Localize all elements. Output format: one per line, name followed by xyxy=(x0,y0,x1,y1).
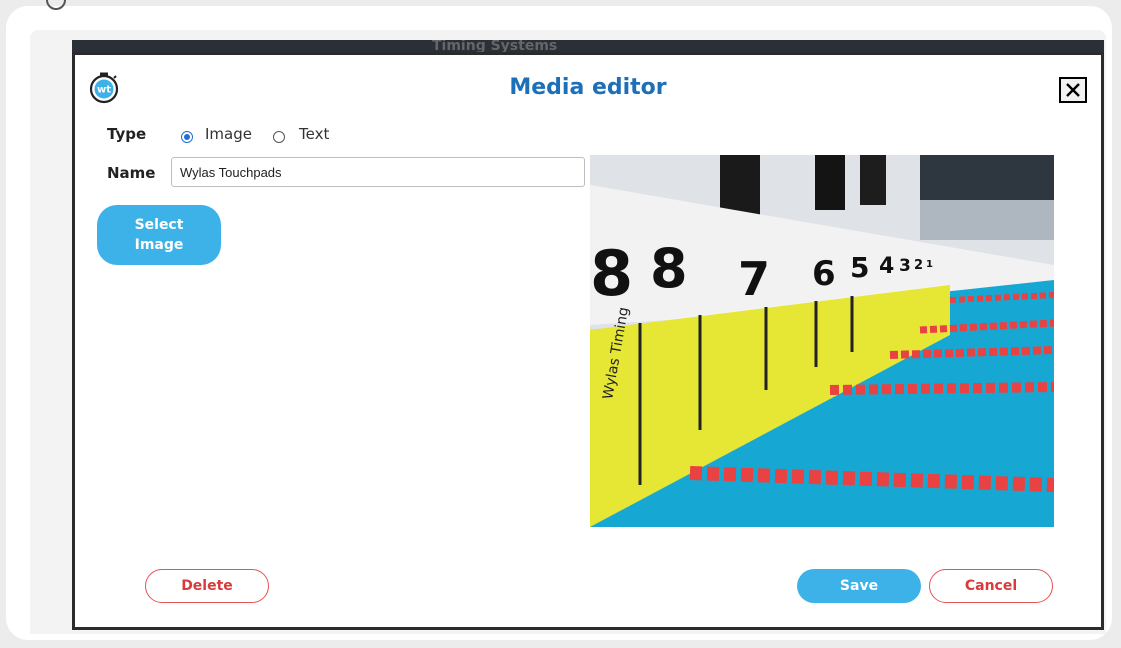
save-button[interactable]: Save xyxy=(797,569,921,603)
preview-swimmer-legs-1 xyxy=(720,155,760,215)
preview-lane-number: 8 xyxy=(650,237,688,300)
cancel-button[interactable]: Cancel xyxy=(929,569,1053,603)
preview-lane-rope xyxy=(829,382,1054,395)
close-button[interactable] xyxy=(1059,77,1087,103)
delete-button[interactable]: Delete xyxy=(145,569,269,603)
preview-lane-number: 1 xyxy=(926,259,933,270)
preview-swimmer-legs-2 xyxy=(815,155,845,210)
preview-stands-rail xyxy=(920,200,1054,240)
select-image-label-line1: Select xyxy=(134,217,184,233)
media-editor-modal: wt Media editor Type Image Text Name Sel… xyxy=(72,52,1104,630)
type-radio-image-label[interactable]: Image xyxy=(205,125,252,143)
preview-lane-number: 5 xyxy=(850,251,869,284)
preview-lane-rope xyxy=(889,346,1054,359)
type-radio-image[interactable] xyxy=(181,131,193,143)
preview-lane-number: 3 xyxy=(899,256,911,276)
image-preview: Wylas Timing 8 8 7 6 5 4 3 2 1 xyxy=(590,155,1054,527)
select-image-label-line2: Image xyxy=(134,237,184,253)
select-image-button[interactable]: Select Image xyxy=(97,205,221,265)
name-input[interactable] xyxy=(171,157,585,187)
modal-title: Media editor xyxy=(509,75,667,100)
preview-swimmer-legs-3 xyxy=(860,155,886,205)
preview-lane-number: 4 xyxy=(879,254,894,279)
close-icon xyxy=(1066,83,1080,97)
type-radio-text[interactable] xyxy=(273,131,285,143)
preview-lane-number: 6 xyxy=(812,254,836,294)
preview-lane-number: 8 xyxy=(590,237,633,310)
type-label: Type xyxy=(107,125,147,143)
name-label: Name xyxy=(107,164,156,182)
type-radio-text-label[interactable]: Text xyxy=(299,125,329,143)
preview-lane-number: 7 xyxy=(738,252,770,306)
preview-lane-number: 2 xyxy=(914,258,923,273)
